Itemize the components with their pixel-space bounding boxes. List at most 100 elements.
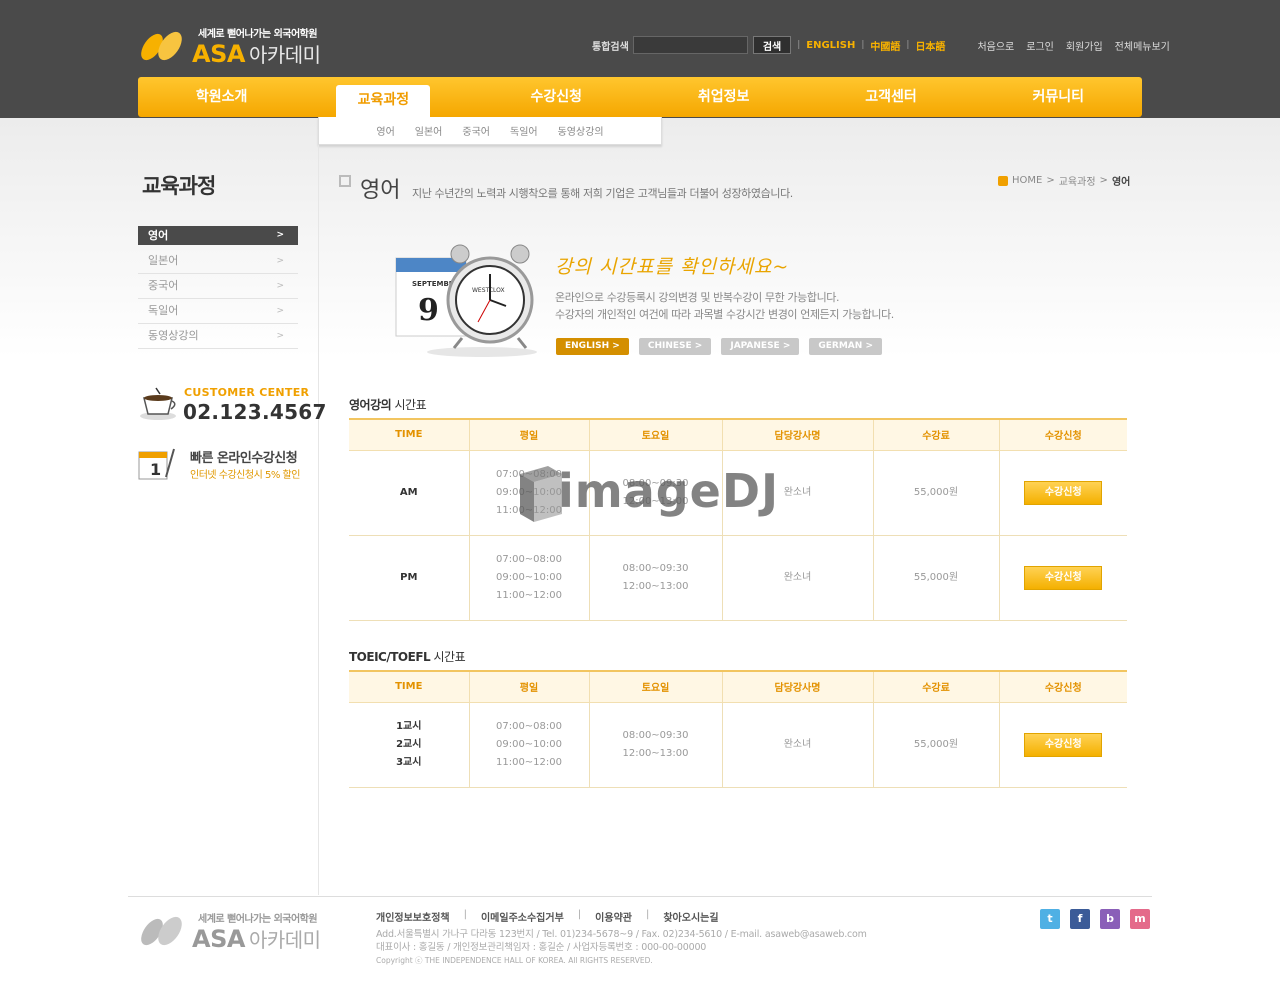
footer-logo: 세계로 뻗어나가는 외국어학원 ASA 아카데미 xyxy=(138,910,321,953)
clock-brand: WESTCLOX xyxy=(472,287,505,294)
chevron-right-icon: > xyxy=(276,306,284,316)
tab-japanese[interactable]: JAPANESE > xyxy=(721,338,800,355)
privacy-policy-link[interactable]: 개인정보보호정책 xyxy=(376,909,450,924)
table-row: PM 07:00~08:00 09:00~10:00 11:00~12:00 08:… xyxy=(349,535,1127,621)
table-header-row: TIME 평일 토요일 담당강사명 수강료 수강신청 xyxy=(349,418,1127,451)
col-saturday: 토요일 xyxy=(589,670,723,703)
footer-logo-leaf-icon xyxy=(141,916,182,946)
time-cell: 1교시 2교시 3교시 xyxy=(349,702,470,788)
home-link[interactable]: 처음으로 xyxy=(977,38,1014,53)
home-icon xyxy=(998,175,1008,186)
sidebar-item-chinese[interactable]: 중국어 > xyxy=(138,274,298,299)
footer-links: 개인정보보호정책 | 이메일주소수집거부 | 이용약관 | 찾아오시는길 xyxy=(376,909,719,924)
footer-address-line: Add.서울특별시 가나구 다라동 123번지 / Tel. 01)234-56… xyxy=(376,929,867,940)
search-button[interactable]: 검색 xyxy=(752,36,792,54)
logo-leaf-icon xyxy=(141,31,182,61)
sidebar-menu: 영어 > 일본어 > 중국어 > 독일어 > 동영상강의 > xyxy=(138,226,298,349)
breadcrumb-courses[interactable]: 교육과정 xyxy=(1059,173,1096,188)
facebook-icon[interactable]: f xyxy=(1070,909,1090,929)
nav-item-jobs[interactable]: 취업정보 xyxy=(640,77,807,117)
weekday-slot: 11:00~12:00 xyxy=(495,756,562,768)
subnav-item-german[interactable]: 독일어 xyxy=(510,123,538,138)
tab-label: JAPANESE xyxy=(730,341,780,351)
logo-brand: ASA 아카데미 xyxy=(192,39,321,68)
weekday-cell: 07:00~08:00 09:00~10:00 11:00~12:00 xyxy=(469,535,590,621)
logo-tagline: 세계로 뻗어나가는 외국어학원 xyxy=(198,29,318,40)
apply-button[interactable]: 수강신청 xyxy=(1024,565,1103,590)
tab-chinese[interactable]: CHINESE > xyxy=(638,338,712,355)
fee-cell: 55,000원 xyxy=(873,450,1000,536)
subnav-item-english[interactable]: 영어 xyxy=(376,123,394,138)
svg-text:1: 1 xyxy=(150,460,161,479)
directions-link[interactable]: 찾아오시는길 xyxy=(663,909,718,924)
saturday-cell: 08:00~09:30 12:00~13:00 xyxy=(589,450,723,536)
sidebar-item-german[interactable]: 독일어 > xyxy=(138,299,298,324)
period-label: 3교시 xyxy=(396,756,422,768)
col-weekday: 평일 xyxy=(469,418,590,451)
col-weekday: 평일 xyxy=(469,670,590,703)
tab-label: CHINESE xyxy=(647,341,692,351)
lang-english-link[interactable]: ENGLISH xyxy=(806,40,855,51)
saturday-slot: 08:00~09:30 xyxy=(622,729,689,741)
divider: | xyxy=(577,909,582,920)
terms-link[interactable]: 이용약관 xyxy=(595,909,632,924)
apply-cell: 수강신청 xyxy=(999,535,1127,621)
join-link[interactable]: 회원가입 xyxy=(1066,38,1103,53)
banner-text-1: 온라인으로 수강등록시 강의변경 및 반복수강이 무한 가능합니다. xyxy=(555,291,840,304)
lang-chinese-link[interactable]: 中國語 xyxy=(870,38,900,53)
chevron-right-icon: > xyxy=(276,281,284,291)
subnav-item-japanese[interactable]: 일본어 xyxy=(415,123,443,138)
sidebar-item-japanese[interactable]: 일본어 > xyxy=(138,249,298,274)
breadcrumb-home[interactable]: HOME xyxy=(1012,175,1042,186)
saturday-cell: 08:00~09:30 12:00~13:00 xyxy=(589,535,723,621)
nav-item-support[interactable]: 고객센터 xyxy=(807,77,974,117)
lang-japanese-link[interactable]: 日本語 xyxy=(915,38,945,53)
coffee-cup-icon xyxy=(140,387,176,420)
top-utility-bar: 통합검색 검색 | ENGLISH | 中國語 | 日本語 처음으로 로그인 회… xyxy=(592,36,1170,54)
table-header-row: TIME 평일 토요일 담당강사명 수강료 수강신청 xyxy=(349,670,1127,703)
apply-button[interactable]: 수강신청 xyxy=(1024,480,1103,505)
tab-german[interactable]: GERMAN > xyxy=(809,338,882,355)
nav-item-courses-label[interactable]: 교육과정 xyxy=(336,85,431,119)
subnav-item-video[interactable]: 동영상강의 xyxy=(558,123,604,138)
nav-item-courses[interactable]: 교육과정 xyxy=(305,77,472,119)
main-nav: 학원소개 교육과정 수강신청 취업정보 고객센터 커뮤니티 xyxy=(138,77,1142,119)
sidebar-item-label: 일본어 xyxy=(148,254,179,267)
social-links: t f b m xyxy=(1040,909,1150,929)
login-link[interactable]: 로그인 xyxy=(1026,38,1054,53)
blog-icon[interactable]: b xyxy=(1100,909,1120,929)
chevron-right-icon: > xyxy=(276,331,284,341)
table-row: AM 07:00~08:00 09:00~10:00 11:00~12:00 08:… xyxy=(349,450,1127,536)
divider: | xyxy=(463,909,467,920)
breadcrumb-separator: > xyxy=(1046,175,1055,186)
logo[interactable]: 세계로 뻗어나가는 외국어학원 ASA 아카데미 xyxy=(138,25,321,68)
footer-logo-brand-sub: 아카데미 xyxy=(248,928,321,952)
weekday-slot: 09:00~10:00 xyxy=(495,486,562,498)
subnav-item-chinese[interactable]: 중국어 xyxy=(462,123,490,138)
email-refusal-link[interactable]: 이메일주소수집거부 xyxy=(481,909,564,924)
apply-button[interactable]: 수강신청 xyxy=(1024,732,1103,757)
sidebar-item-english[interactable]: 영어 > xyxy=(138,226,298,245)
sidebar-item-label: 독일어 xyxy=(148,304,179,317)
online-enroll-title: 빠른 온라인수강신청 xyxy=(190,451,298,466)
online-enroll-banner[interactable]: 1 빠른 온라인수강신청 인터넷 수강신청시 5% 할인 xyxy=(138,445,313,485)
nav-item-community[interactable]: 커뮤니티 xyxy=(975,77,1142,117)
sidebar-item-video[interactable]: 동영상강의 > xyxy=(138,324,298,349)
col-time: TIME xyxy=(349,670,470,703)
me2day-icon[interactable]: m xyxy=(1130,909,1150,929)
nav-item-enroll[interactable]: 수강신청 xyxy=(473,77,640,117)
period-label: 1교시 xyxy=(396,720,422,732)
sitemap-link[interactable]: 전체메뉴보기 xyxy=(1115,38,1170,53)
calendar-pen-icon: 1 xyxy=(138,448,175,480)
nav-item-about[interactable]: 학원소개 xyxy=(138,77,305,117)
search-input[interactable] xyxy=(632,36,748,54)
table2-title-rest: 시간표 xyxy=(430,650,466,664)
twitter-icon[interactable]: t xyxy=(1040,909,1060,929)
tab-english[interactable]: ENGLISH > xyxy=(556,338,629,355)
page-description: 지난 수년간의 노력과 시행착오를 통해 저희 기업은 고객님들과 더불어 성장… xyxy=(412,187,793,200)
tab-label: GERMAN xyxy=(818,341,863,351)
customer-center-label: CUSTOMER CENTER xyxy=(184,386,310,399)
language-tabs: ENGLISH > CHINESE > JAPANESE > GERMAN > xyxy=(556,338,882,355)
saturday-slot: 12:00~13:00 xyxy=(622,747,689,759)
weekday-slot: 07:00~08:00 xyxy=(495,553,562,565)
